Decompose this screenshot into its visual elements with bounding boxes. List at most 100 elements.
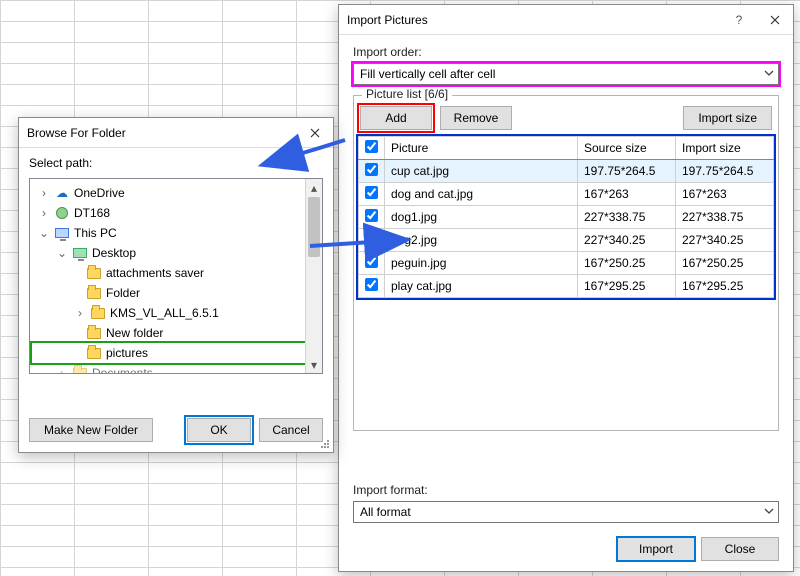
- cell-picture: play cat.jpg: [385, 275, 578, 298]
- tree-label: KMS_VL_ALL_6.5.1: [110, 306, 219, 320]
- import-pictures-dialog: Import Pictures ? Import order: Fill ver…: [338, 4, 794, 572]
- tree-label: attachments saver: [106, 266, 204, 280]
- table-row[interactable]: play cat.jpg 167*295.25 167*295.25: [359, 275, 774, 298]
- folder-icon: [86, 285, 102, 301]
- tree-node-thispc[interactable]: ⌄ This PC: [32, 223, 320, 243]
- tree-node[interactable]: New folder: [32, 323, 320, 343]
- row-checkbox[interactable]: [365, 186, 378, 199]
- close-icon[interactable]: [297, 118, 333, 148]
- row-checkbox[interactable]: [365, 232, 378, 245]
- header-checkbox-cell[interactable]: [359, 137, 385, 160]
- select-path-label: Select path:: [29, 156, 323, 170]
- table-row[interactable]: dog2.jpg 227*340.25 227*340.25: [359, 229, 774, 252]
- folder-icon: [90, 305, 106, 321]
- table-row[interactable]: peguin.jpg 167*250.25 167*250.25: [359, 252, 774, 275]
- import-button[interactable]: Import: [617, 537, 695, 561]
- table-row[interactable]: dog and cat.jpg 167*263 167*263: [359, 183, 774, 206]
- picture-list-group: Picture list [6/6] Add Remove Import siz…: [353, 95, 779, 431]
- cell-import: 167*295.25: [676, 275, 774, 298]
- chevron-down-icon: [764, 67, 774, 81]
- picture-list-legend: Picture list [6/6]: [362, 87, 452, 101]
- cell-source: 197.75*264.5: [578, 160, 676, 183]
- picture-table: Picture Source size Import size cup cat.…: [358, 136, 774, 298]
- folder-icon: [86, 345, 102, 361]
- tree-label: OneDrive: [74, 186, 125, 200]
- cell-import: 227*340.25: [676, 229, 774, 252]
- cell-import: 167*263: [676, 183, 774, 206]
- cell-picture: dog1.jpg: [385, 206, 578, 229]
- tree-node[interactable]: Folder: [32, 283, 320, 303]
- import-format-label: Import format:: [353, 483, 765, 497]
- folder-icon: [86, 325, 102, 341]
- table-row[interactable]: dog1.jpg 227*338.75 227*338.75: [359, 206, 774, 229]
- tree-label: Desktop: [92, 246, 136, 260]
- cell-picture: dog2.jpg: [385, 229, 578, 252]
- cancel-button[interactable]: Cancel: [259, 418, 323, 442]
- titlebar[interactable]: Import Pictures ?: [339, 5, 793, 35]
- table-row[interactable]: cup cat.jpg 197.75*264.5 197.75*264.5: [359, 160, 774, 183]
- add-button[interactable]: Add: [360, 106, 432, 130]
- tree-label: DT168: [74, 206, 110, 220]
- scroll-down-icon[interactable]: ▾: [306, 356, 322, 373]
- scrollbar[interactable]: ▴ ▾: [305, 179, 322, 373]
- close-button[interactable]: Close: [701, 537, 779, 561]
- row-checkbox[interactable]: [365, 163, 378, 176]
- tree-node-documents[interactable]: › Documents: [32, 363, 320, 374]
- chevron-down-icon: [764, 505, 774, 519]
- col-source[interactable]: Source size: [578, 137, 676, 160]
- row-checkbox[interactable]: [365, 255, 378, 268]
- computer-icon: [54, 225, 70, 241]
- import-format-dropdown[interactable]: All format: [353, 501, 779, 523]
- close-icon[interactable]: [757, 5, 793, 35]
- tree-node-desktop[interactable]: ⌄ Desktop: [32, 243, 320, 263]
- cell-source: 227*340.25: [578, 229, 676, 252]
- ok-button[interactable]: OK: [187, 418, 251, 442]
- scroll-thumb[interactable]: [308, 197, 320, 257]
- expand-icon[interactable]: ›: [38, 186, 50, 200]
- desktop-icon: [72, 245, 88, 261]
- collapse-icon[interactable]: ⌄: [38, 226, 50, 240]
- titlebar[interactable]: Browse For Folder: [19, 118, 333, 148]
- collapse-icon[interactable]: ⌄: [56, 246, 68, 260]
- tree-label: pictures: [106, 346, 148, 360]
- tree-node[interactable]: attachments saver: [32, 263, 320, 283]
- import-order-dropdown[interactable]: Fill vertically cell after cell: [353, 63, 779, 85]
- tree-label: New folder: [106, 326, 163, 340]
- select-all-checkbox[interactable]: [365, 140, 378, 153]
- import-size-button[interactable]: Import size: [683, 106, 772, 130]
- import-order-value: Fill vertically cell after cell: [360, 67, 495, 81]
- row-checkbox[interactable]: [365, 209, 378, 222]
- cell-import: 227*338.75: [676, 206, 774, 229]
- import-order-label: Import order:: [353, 45, 779, 59]
- row-checkbox[interactable]: [365, 278, 378, 291]
- make-new-folder-button[interactable]: Make New Folder: [29, 418, 153, 442]
- cell-source: 167*263: [578, 183, 676, 206]
- dialog-title: Browse For Folder: [27, 126, 297, 140]
- remove-button[interactable]: Remove: [440, 106, 512, 130]
- tree-label: This PC: [74, 226, 117, 240]
- scroll-up-icon[interactable]: ▴: [306, 179, 322, 196]
- user-icon: [54, 205, 70, 221]
- onedrive-icon: ☁: [54, 185, 70, 201]
- cell-import: 197.75*264.5: [676, 160, 774, 183]
- cell-source: 167*295.25: [578, 275, 676, 298]
- col-import[interactable]: Import size: [676, 137, 774, 160]
- expand-icon[interactable]: ›: [38, 206, 50, 220]
- dialog-title: Import Pictures: [347, 13, 721, 27]
- expand-icon[interactable]: ›: [74, 306, 86, 320]
- import-format-value: All format: [360, 505, 411, 519]
- help-button[interactable]: ?: [721, 5, 757, 35]
- tree-label: Folder: [106, 286, 140, 300]
- tree-node[interactable]: › KMS_VL_ALL_6.5.1: [32, 303, 320, 323]
- tree-node-pictures[interactable]: pictures: [32, 343, 320, 363]
- cell-source: 167*250.25: [578, 252, 676, 275]
- tree-node-user[interactable]: › DT168: [32, 203, 320, 223]
- expand-icon[interactable]: ›: [56, 366, 68, 374]
- cell-picture: cup cat.jpg: [385, 160, 578, 183]
- col-picture[interactable]: Picture: [385, 137, 578, 160]
- resize-grip-icon[interactable]: [319, 438, 331, 450]
- tree-label: Documents: [92, 366, 153, 374]
- cell-picture: peguin.jpg: [385, 252, 578, 275]
- folder-tree[interactable]: › ☁ OneDrive › DT168 ⌄ This PC ⌄: [29, 178, 323, 374]
- tree-node-onedrive[interactable]: › ☁ OneDrive: [32, 183, 320, 203]
